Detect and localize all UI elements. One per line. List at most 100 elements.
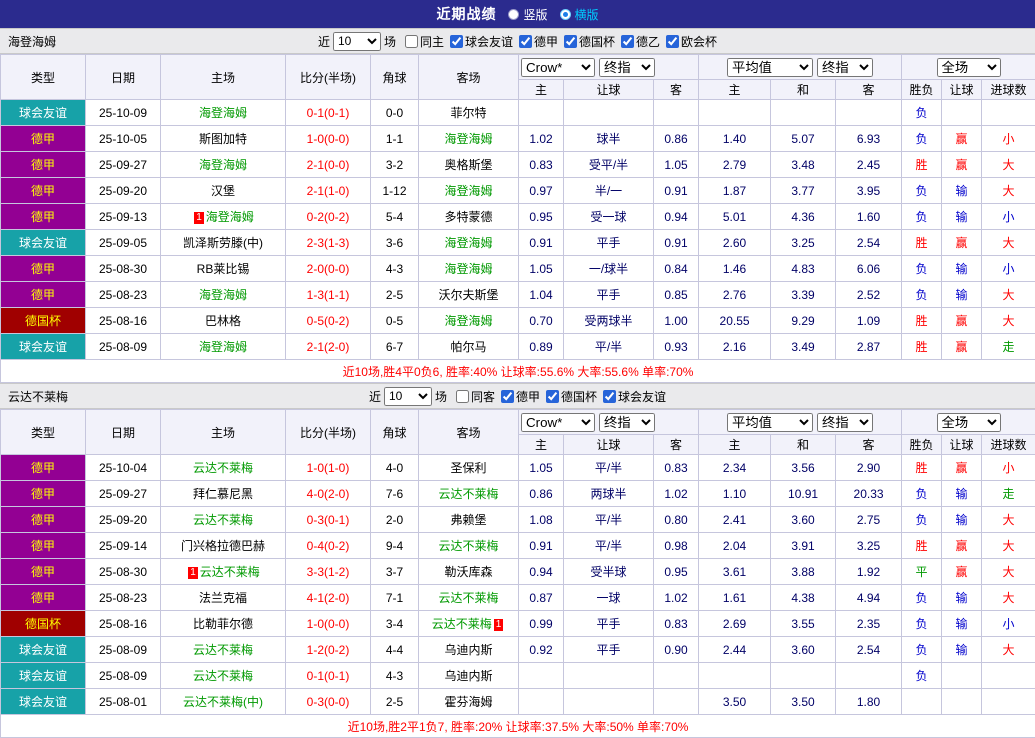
match-count-select[interactable]: 10 bbox=[384, 387, 432, 406]
euro-draw-subheader: 和 bbox=[771, 435, 836, 455]
filter-checkbox[interactable] bbox=[564, 35, 577, 48]
filter-checkbox[interactable] bbox=[621, 35, 634, 48]
asian-odds-final-select[interactable]: 终指 bbox=[599, 58, 655, 77]
team-link: 多特蒙德 bbox=[444, 210, 492, 224]
team-link: RB莱比锡 bbox=[197, 262, 250, 276]
result-win-loss bbox=[902, 689, 942, 715]
red-card-icon: 1 bbox=[188, 567, 198, 579]
corner-score: 2-5 bbox=[371, 689, 419, 715]
filter-checkbox-item[interactable]: 同客 bbox=[450, 388, 495, 405]
summary-text: 近10场,胜4平0负6, 胜率:40% 让球率:55.6% 大率:55.6% 单… bbox=[1, 360, 1035, 383]
result-group-header: 全场 bbox=[902, 55, 1035, 80]
asian-odds-final-select[interactable]: 终指 bbox=[599, 413, 655, 432]
layout-option-horizontal[interactable]: 横版 bbox=[560, 6, 599, 23]
filter-checkbox[interactable] bbox=[456, 390, 469, 403]
home-team: 比勒菲尔德 bbox=[161, 611, 286, 637]
result-win-loss: 胜 bbox=[902, 334, 942, 360]
euro-draw-odds: 3.55 bbox=[771, 611, 836, 637]
home-team: 海登海姆 bbox=[161, 100, 286, 126]
filter-checkbox[interactable] bbox=[450, 35, 463, 48]
team-link: 弗赖堡 bbox=[450, 513, 486, 527]
euro-odds-final-select[interactable]: 终指 bbox=[817, 413, 873, 432]
results-table: 类型 日期 主场 比分(半场) 角球 客场 Crow* 终指 平均值 终指 bbox=[0, 54, 1035, 383]
result-win-loss: 胜 bbox=[902, 308, 942, 334]
match-date: 25-09-14 bbox=[86, 533, 161, 559]
euro-home-odds: 1.46 bbox=[699, 256, 771, 282]
away-team: 云达不莱梅1 bbox=[419, 611, 519, 637]
filter-checkbox-item[interactable]: 德国杯 bbox=[540, 388, 597, 405]
league-badge: 德甲 bbox=[1, 204, 86, 230]
euro-odds-average-select[interactable]: 平均值 bbox=[727, 58, 813, 77]
euro-odds-final-select[interactable]: 终指 bbox=[817, 58, 873, 77]
asian-away-odds: 0.98 bbox=[654, 533, 699, 559]
euro-away-odds: 20.33 bbox=[836, 481, 902, 507]
asian-handicap: 平手 bbox=[564, 230, 654, 256]
filter-checkbox-label: 球会友谊 bbox=[465, 33, 513, 50]
result-scope-select[interactable]: 全场 bbox=[937, 58, 1001, 77]
team-link: 乌迪内斯 bbox=[444, 643, 492, 657]
euro-odds-average-select[interactable]: 平均值 bbox=[727, 413, 813, 432]
result-scope-select[interactable]: 全场 bbox=[937, 413, 1001, 432]
home-team: 云达不莱梅(中) bbox=[161, 689, 286, 715]
match-score: 4-0(2-0) bbox=[286, 481, 371, 507]
filter-checkbox-item[interactable]: 欧会杯 bbox=[660, 33, 717, 50]
asian-home-odds: 0.95 bbox=[519, 204, 564, 230]
filter-checkbox[interactable] bbox=[519, 35, 532, 48]
filter-checkbox[interactable] bbox=[501, 390, 514, 403]
result-goals bbox=[982, 663, 1035, 689]
corner-score: 5-4 bbox=[371, 204, 419, 230]
euro-draw-odds: 5.07 bbox=[771, 126, 836, 152]
home-team: 汉堡 bbox=[161, 178, 286, 204]
filter-checkbox[interactable] bbox=[666, 35, 679, 48]
result-handicap: 赢 bbox=[942, 126, 982, 152]
result-goals: 走 bbox=[982, 334, 1035, 360]
vertical-radio-icon[interactable] bbox=[508, 9, 519, 20]
asian-handicap: 受一球 bbox=[564, 204, 654, 230]
filter-checkbox-item[interactable]: 球会友谊 bbox=[597, 388, 666, 405]
asian-handicap: 一球 bbox=[564, 585, 654, 611]
filter-checkbox-item[interactable]: 德甲 bbox=[513, 33, 558, 50]
away-team: 海登海姆 bbox=[419, 126, 519, 152]
euro-away-odds bbox=[836, 663, 902, 689]
filter-checkbox-item[interactable]: 德甲 bbox=[495, 388, 540, 405]
filter-checkbox-item[interactable]: 德国杯 bbox=[558, 33, 615, 50]
corner-score: 4-3 bbox=[371, 256, 419, 282]
euro-odds-group-header: 平均值 终指 bbox=[699, 55, 902, 80]
asian-home-odds: 0.89 bbox=[519, 334, 564, 360]
asian-handicap bbox=[564, 100, 654, 126]
result-goals: 小 bbox=[982, 611, 1035, 637]
asian-odds-company-select[interactable]: Crow* bbox=[521, 413, 595, 432]
match-date: 25-10-09 bbox=[86, 100, 161, 126]
league-badge: 德甲 bbox=[1, 507, 86, 533]
filter-checkbox-item[interactable]: 同主 bbox=[399, 33, 444, 50]
asian-away-subheader: 客 bbox=[654, 435, 699, 455]
result-goals: 大 bbox=[982, 533, 1035, 559]
filter-checkbox[interactable] bbox=[603, 390, 616, 403]
league-badge: 球会友谊 bbox=[1, 637, 86, 663]
corner-score: 7-6 bbox=[371, 481, 419, 507]
asian-odds-company-select[interactable]: Crow* bbox=[521, 58, 595, 77]
euro-draw-odds: 4.36 bbox=[771, 204, 836, 230]
filter-checkbox-item[interactable]: 德乙 bbox=[615, 33, 660, 50]
team-link: 圣保利 bbox=[450, 461, 486, 475]
result-win-loss: 胜 bbox=[902, 455, 942, 481]
filter-checkbox[interactable] bbox=[546, 390, 559, 403]
away-team: 弗赖堡 bbox=[419, 507, 519, 533]
result-win-loss: 平 bbox=[902, 559, 942, 585]
result-handicap bbox=[942, 100, 982, 126]
team-link: 凯泽斯劳滕(中) bbox=[183, 236, 263, 250]
euro-home-odds: 2.69 bbox=[699, 611, 771, 637]
layout-option-vertical[interactable]: 竖版 bbox=[508, 6, 547, 23]
result-goals: 走 bbox=[982, 481, 1035, 507]
match-score: 1-3(1-1) bbox=[286, 282, 371, 308]
filter-checkbox[interactable] bbox=[405, 35, 418, 48]
asian-away-odds: 0.86 bbox=[654, 126, 699, 152]
result-handicap bbox=[942, 689, 982, 715]
home-team: 1海登海姆 bbox=[161, 204, 286, 230]
result-goals: 大 bbox=[982, 637, 1035, 663]
filter-checkbox-item[interactable]: 球会友谊 bbox=[444, 33, 513, 50]
match-count-select[interactable]: 10 bbox=[333, 32, 381, 51]
league-badge: 球会友谊 bbox=[1, 100, 86, 126]
asian-home-odds: 1.02 bbox=[519, 126, 564, 152]
horizontal-radio-icon[interactable] bbox=[560, 9, 571, 20]
